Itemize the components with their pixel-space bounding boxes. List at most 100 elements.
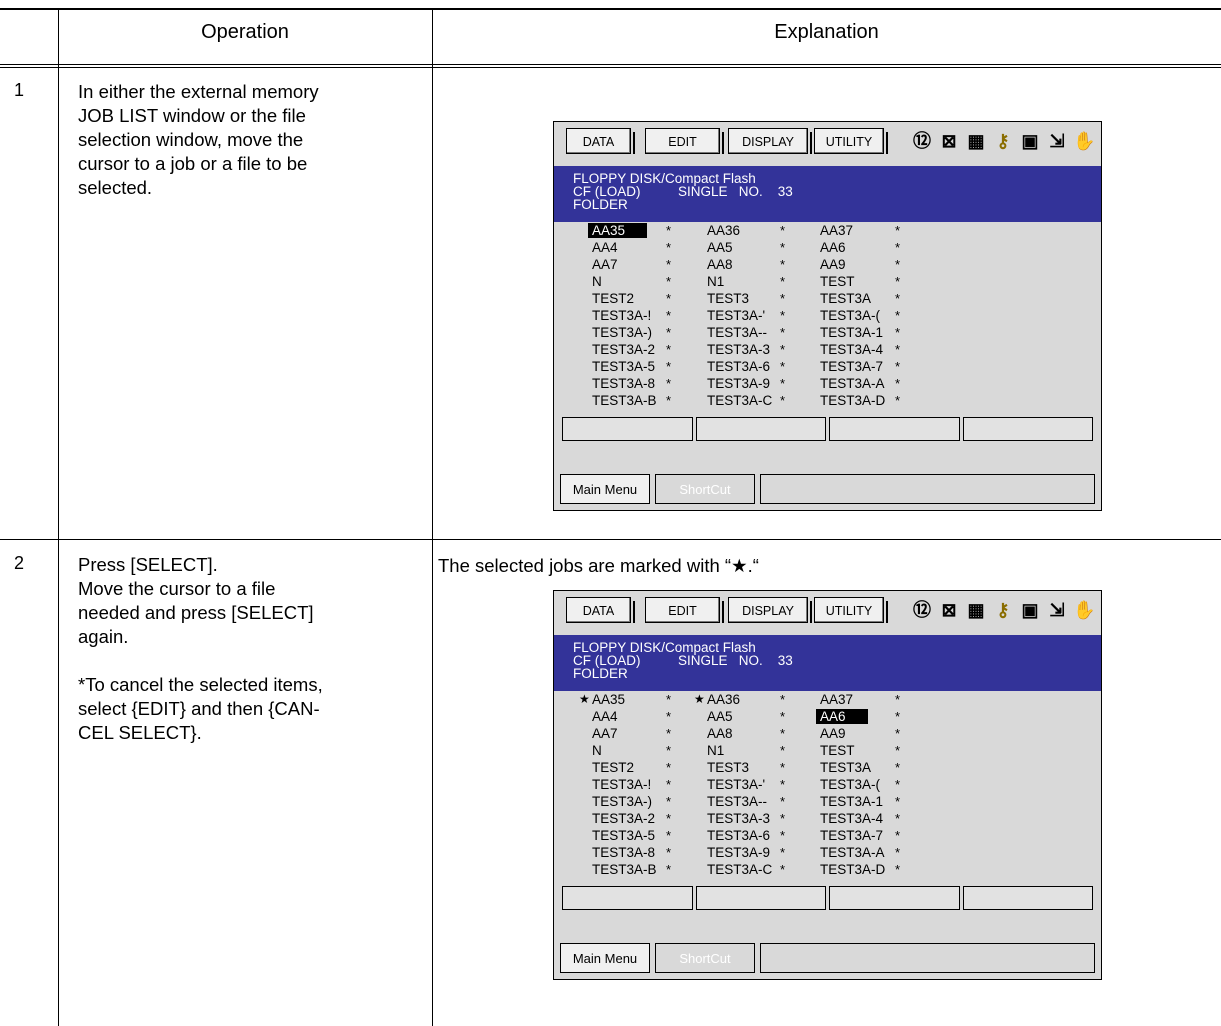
job-flag-asterisk: * — [895, 760, 901, 775]
file-item[interactable]: TEST3A-3 — [707, 810, 770, 827]
file-item[interactable]: TEST3A-A — [820, 375, 885, 392]
menu-utility-button[interactable]: UTILITY — [814, 128, 888, 154]
file-item[interactable]: AA35 — [588, 222, 648, 239]
file-item[interactable]: TEST3A-C — [707, 861, 772, 878]
file-item[interactable]: N1 — [707, 273, 724, 290]
file-item[interactable]: TEST3A-6 — [707, 358, 770, 375]
file-item[interactable]: TEST3A-D — [820, 861, 885, 878]
file-item[interactable]: AA9 — [820, 725, 846, 742]
file-item[interactable]: TEST3A-D — [820, 392, 885, 409]
file-item[interactable]: TEST3A — [820, 759, 871, 776]
file-item[interactable]: AA5 — [707, 708, 733, 725]
main-menu-button[interactable]: Main Menu — [560, 943, 650, 973]
file-item[interactable]: TEST2 — [592, 759, 634, 776]
file-item[interactable]: N — [592, 742, 602, 759]
file-item[interactable]: TEST3A-( — [820, 776, 880, 793]
menu-display-button[interactable]: DISPLAY — [728, 597, 812, 623]
job-flag-asterisk: * — [780, 325, 786, 340]
file-item[interactable]: AA5 — [707, 239, 733, 256]
file-name: AA9 — [820, 257, 846, 272]
file-item[interactable]: TEST3 — [707, 759, 749, 776]
file-item[interactable]: AA37 — [820, 691, 853, 708]
file-item[interactable]: TEST3A-B — [592, 861, 657, 878]
file-item[interactable]: TEST3A-( — [820, 307, 880, 324]
file-item[interactable]: TEST3A-9 — [707, 844, 770, 861]
file-name: TEST3A — [820, 760, 872, 775]
job-flag-asterisk: * — [780, 726, 786, 741]
file-item[interactable]: AA7 — [592, 256, 618, 273]
program-icon: ▣ — [1021, 600, 1039, 620]
menu-edit-button[interactable]: EDIT — [645, 128, 724, 154]
file-item[interactable]: TEST3A-6 — [707, 827, 770, 844]
file-item[interactable]: ★ AA36 — [694, 691, 740, 708]
file-item[interactable]: TEST — [820, 742, 855, 759]
file-item[interactable]: AA37 — [820, 222, 853, 239]
file-item[interactable]: TEST3A-4 — [820, 810, 883, 827]
file-item[interactable]: TEST — [820, 273, 855, 290]
file-item[interactable]: N1 — [707, 742, 724, 759]
file-item[interactable]: TEST3A-2 — [592, 810, 655, 827]
file-item[interactable]: TEST3A-B — [592, 392, 657, 409]
file-name: AA4 — [592, 240, 618, 255]
menu-data-button[interactable]: DATA — [566, 597, 635, 623]
list-row: TEST3A-) * TEST3A-- * TEST3A-1 * — [554, 793, 1101, 810]
file-item[interactable]: AA7 — [592, 725, 618, 742]
file-item[interactable]: TEST3A-) — [592, 793, 652, 810]
file-item[interactable]: TEST3A-- — [707, 324, 767, 341]
job-flag-asterisk: * — [780, 359, 786, 374]
file-item[interactable]: AA4 — [592, 239, 618, 256]
file-name: TEST3A-4 — [820, 811, 884, 826]
file-item[interactable]: N — [592, 273, 602, 290]
file-item[interactable]: TEST2 — [592, 290, 634, 307]
file-item[interactable]: TEST3A-7 — [820, 358, 883, 375]
message-area — [760, 943, 1095, 973]
file-name: N — [592, 743, 602, 758]
file-item[interactable]: TEST3A-9 — [707, 375, 770, 392]
menu-utility-button[interactable]: UTILITY — [814, 597, 888, 623]
job-flag-asterisk: * — [895, 274, 901, 289]
file-item[interactable]: TEST3A-' — [707, 776, 765, 793]
file-item[interactable]: TEST3A-1 — [820, 324, 883, 341]
file-item[interactable]: ★ AA35 — [579, 691, 625, 708]
file-name: TEST2 — [592, 760, 635, 775]
file-item[interactable]: AA6 — [816, 708, 868, 725]
file-item[interactable]: TEST3A-8 — [592, 375, 655, 392]
file-item[interactable]: TEST3A — [820, 290, 871, 307]
screen2-status-boxes — [562, 886, 1093, 910]
menu-data-button[interactable]: DATA — [566, 128, 635, 154]
file-item[interactable]: TEST3A-C — [707, 392, 772, 409]
file-item[interactable]: TEST3A-! — [592, 307, 651, 324]
job-flag-asterisk: * — [780, 777, 786, 792]
file-name: TEST — [820, 274, 855, 289]
file-item[interactable]: TEST3A-! — [592, 776, 651, 793]
file-item[interactable]: TEST3A-2 — [592, 341, 655, 358]
file-item[interactable]: TEST3A-) — [592, 324, 652, 341]
shortcut-button[interactable]: ShortCut — [655, 943, 755, 973]
file-item[interactable]: AA6 — [820, 239, 846, 256]
file-item[interactable]: TEST3A-3 — [707, 341, 770, 358]
file-item[interactable]: AA4 — [592, 708, 618, 725]
status-box — [695, 417, 826, 441]
operation-header: Operation — [201, 21, 289, 43]
file-item[interactable]: TEST3A-5 — [592, 358, 655, 375]
file-item[interactable]: TEST3A-' — [707, 307, 765, 324]
file-name: TEST3A-A — [820, 845, 885, 860]
file-item[interactable]: TEST3A-7 — [820, 827, 883, 844]
file-item[interactable]: TEST3A-8 — [592, 844, 655, 861]
menu-edit-button[interactable]: EDIT — [645, 597, 724, 623]
file-item[interactable]: AA8 — [707, 725, 733, 742]
main-menu-button[interactable]: Main Menu — [560, 474, 650, 504]
file-name: AA6 — [820, 240, 846, 255]
shortcut-button[interactable]: ShortCut — [655, 474, 755, 504]
file-item[interactable]: AA36 — [707, 222, 740, 239]
file-item[interactable]: TEST3A-5 — [592, 827, 655, 844]
screen2-status-icons: ⑫ ⊠ ▦ ⚷ ▣ ⇲ ✋ — [911, 595, 1095, 625]
file-item[interactable]: TEST3 — [707, 290, 749, 307]
file-item[interactable]: TEST3A-A — [820, 844, 885, 861]
file-item[interactable]: TEST3A-4 — [820, 341, 883, 358]
file-item[interactable]: AA8 — [707, 256, 733, 273]
menu-display-button[interactable]: DISPLAY — [728, 128, 812, 154]
file-item[interactable]: AA9 — [820, 256, 846, 273]
file-item[interactable]: TEST3A-- — [707, 793, 767, 810]
file-item[interactable]: TEST3A-1 — [820, 793, 883, 810]
